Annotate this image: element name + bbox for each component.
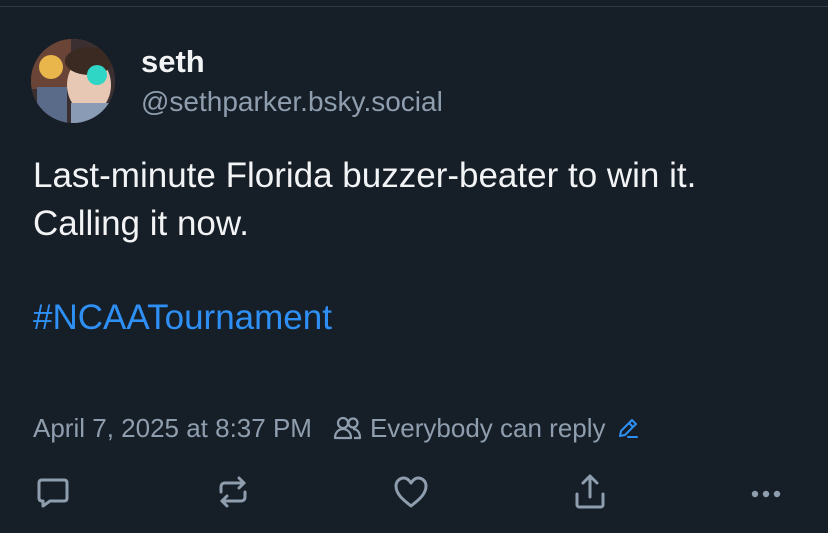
hashtag-link[interactable]: #NCAATournament — [33, 298, 332, 338]
people-icon — [333, 416, 362, 440]
more-icon — [751, 490, 781, 498]
repost-icon — [219, 476, 247, 508]
share-icon — [575, 474, 605, 509]
post-meta: April 7, 2025 at 8:37 PM Everybody can r… — [33, 410, 640, 446]
author-avatar[interactable] — [31, 39, 115, 123]
post-action-bar — [0, 468, 828, 516]
reply-button[interactable] — [29, 468, 77, 516]
author-display-name[interactable]: seth — [141, 44, 205, 80]
more-options-button[interactable] — [742, 468, 790, 516]
author-handle[interactable]: @sethparker.bsky.social — [141, 86, 443, 118]
comment-icon — [37, 478, 69, 508]
post-timestamp: April 7, 2025 at 8:37 PM — [33, 412, 312, 443]
heart-icon — [394, 476, 428, 508]
reply-setting-label: Everybody can reply — [369, 412, 606, 443]
avatar-image — [31, 39, 115, 123]
pencil-icon[interactable] — [616, 416, 640, 440]
post-text-line: Last-minute Florida buzzer-beater to win… — [33, 156, 697, 195]
repost-button[interactable] — [209, 468, 257, 516]
like-button[interactable] — [387, 468, 435, 516]
reply-setting[interactable]: Everybody can reply — [332, 413, 640, 444]
share-button[interactable] — [566, 468, 614, 516]
top-divider — [0, 6, 828, 7]
post-text-line: Calling it now. — [33, 204, 249, 243]
post-text: Last-minute Florida buzzer-beater to win… — [33, 152, 813, 248]
